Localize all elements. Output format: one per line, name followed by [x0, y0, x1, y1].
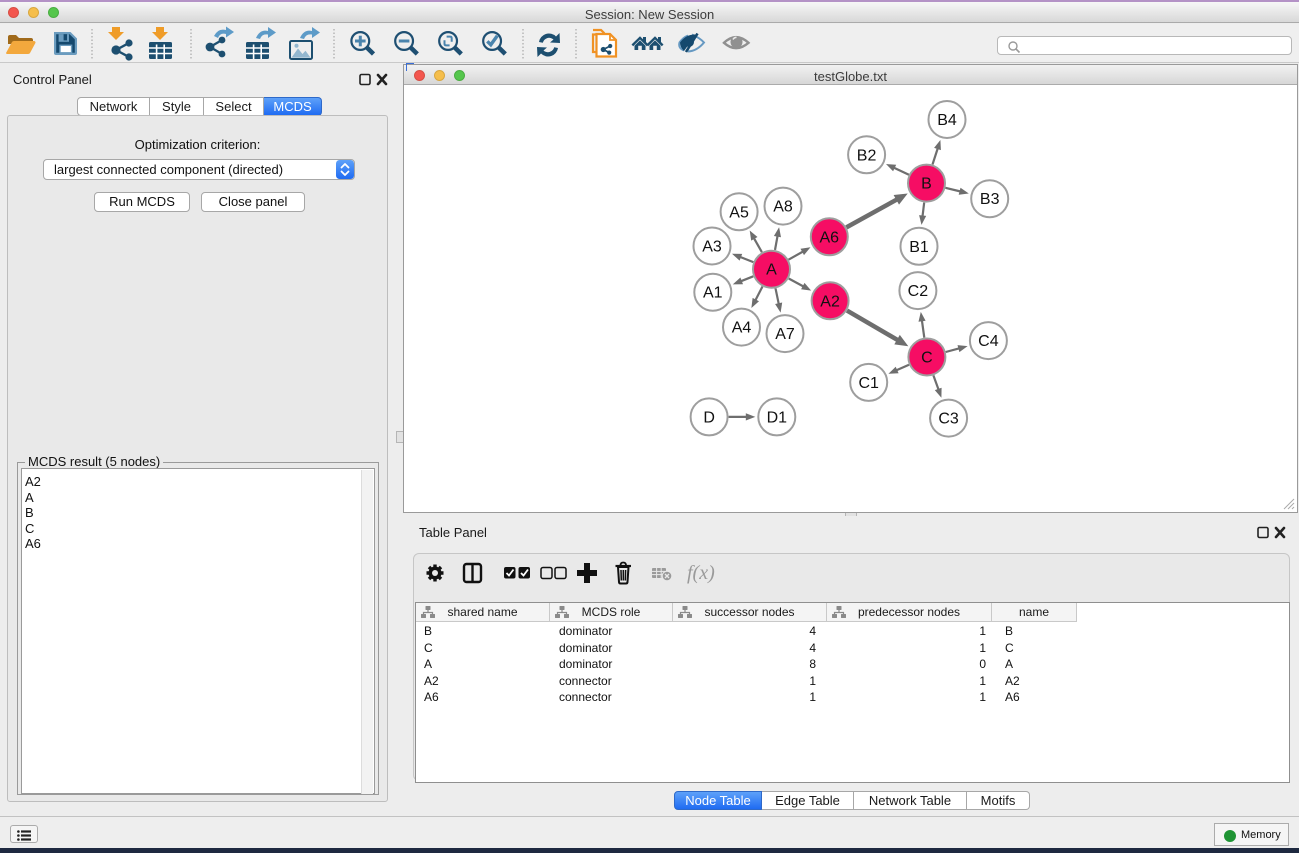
svg-text:C4: C4 — [978, 333, 999, 350]
svg-text:f(x): f(x) — [687, 562, 715, 584]
svg-text:B: B — [921, 176, 932, 193]
svg-text:A7: A7 — [775, 326, 795, 343]
svg-text:A6: A6 — [820, 229, 840, 246]
svg-text:A8: A8 — [773, 199, 793, 216]
svg-text:B4: B4 — [937, 112, 957, 129]
svg-text:A5: A5 — [729, 204, 749, 221]
svg-text:A2: A2 — [820, 293, 840, 310]
svg-text:C2: C2 — [908, 283, 929, 300]
svg-text:B2: B2 — [857, 147, 877, 164]
svg-text:C1: C1 — [858, 375, 879, 392]
svg-text:C3: C3 — [938, 411, 959, 428]
svg-text:A3: A3 — [702, 239, 722, 256]
svg-text:A: A — [766, 262, 777, 279]
svg-text:D: D — [703, 409, 715, 426]
svg-text:B1: B1 — [909, 239, 929, 256]
svg-text:C: C — [921, 350, 933, 367]
svg-text:A1: A1 — [703, 285, 723, 302]
svg-text:A4: A4 — [732, 320, 752, 337]
svg-text:D1: D1 — [767, 409, 788, 426]
svg-text:B3: B3 — [980, 191, 1000, 208]
